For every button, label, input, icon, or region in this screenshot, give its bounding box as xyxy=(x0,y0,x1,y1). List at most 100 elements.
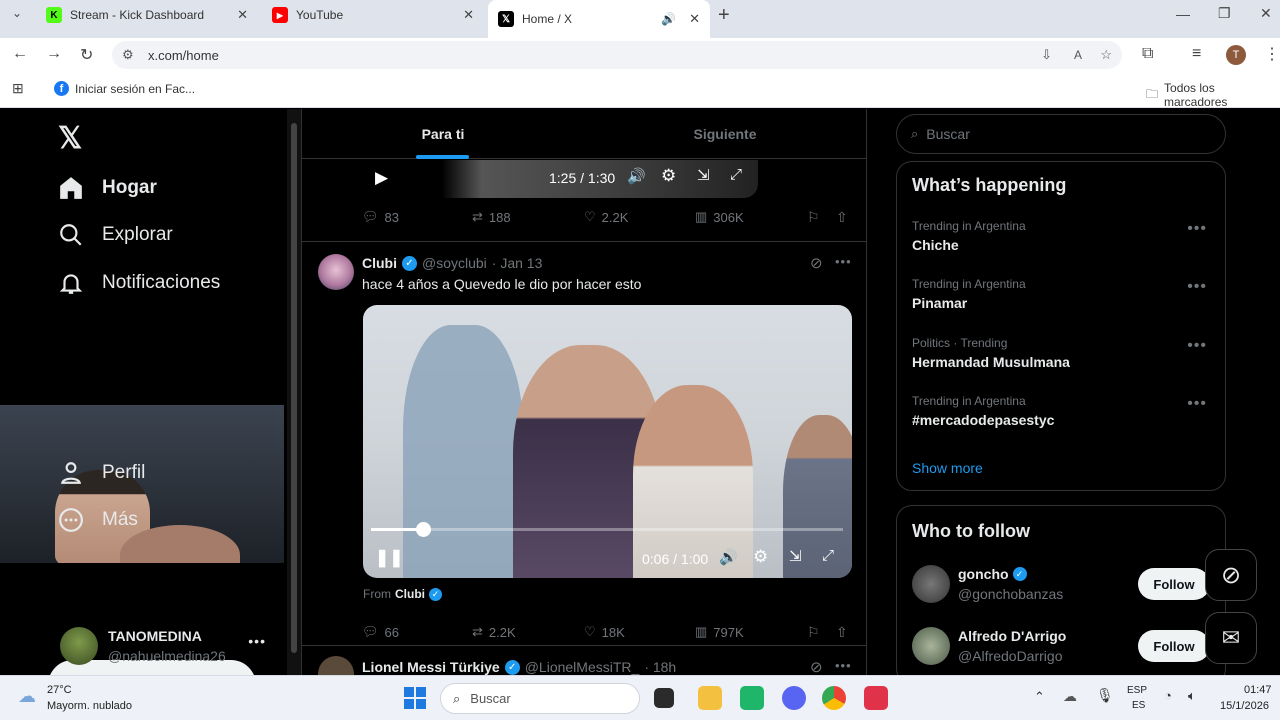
fullscreen-icon[interactable]: ⤢ xyxy=(730,166,742,183)
sidebar-item-home[interactable]: Hogar xyxy=(58,175,157,201)
all-bookmarks[interactable]: 🗀 Todos los marcadores xyxy=(1146,81,1280,109)
close-window-icon[interactable]: ✕ xyxy=(1260,5,1272,22)
forward-icon[interactable]: → xyxy=(46,45,62,63)
site-info-icon[interactable]: ⚙ xyxy=(122,47,134,63)
volume-icon[interactable]: 🔈︎ xyxy=(1188,688,1196,704)
app-green-icon[interactable] xyxy=(740,686,764,710)
repost-button[interactable]: ⇄ 188 xyxy=(472,209,511,225)
sidebar-scrollbar[interactable] xyxy=(287,109,301,675)
like-button[interactable]: ♡ 18K xyxy=(584,624,625,640)
settings-icon[interactable]: ⚙ xyxy=(661,166,676,186)
video-progress-track[interactable] xyxy=(371,522,843,537)
more-icon[interactable]: ••• xyxy=(835,254,852,269)
volume-icon[interactable]: 🔊 xyxy=(627,167,646,185)
discord-icon[interactable] xyxy=(782,686,806,710)
from-name[interactable]: Clubi xyxy=(395,587,425,601)
app-red-icon[interactable] xyxy=(864,686,888,710)
video-scrubber[interactable] xyxy=(415,522,431,537)
sidebar-item-profile[interactable]: Perfil xyxy=(58,460,145,486)
chevron-up-icon[interactable]: ⌃ xyxy=(1034,689,1045,705)
file-explorer-icon[interactable] xyxy=(698,686,722,710)
search-input[interactable]: ⌕ Buscar xyxy=(896,114,1226,154)
more-icon[interactable]: ••• xyxy=(1187,337,1207,355)
grok-fab[interactable]: ⊘ xyxy=(1205,549,1257,601)
reload-icon[interactable]: ↻ xyxy=(80,45,93,65)
star-icon[interactable]: ☆ xyxy=(1100,47,1112,63)
language-indicator[interactable]: ESP xyxy=(1127,685,1147,696)
settings-icon[interactable]: ⚙ xyxy=(753,547,768,567)
tab-kick[interactable]: K Stream - Kick Dashboard ✕ xyxy=(36,0,258,30)
task-view-icon[interactable] xyxy=(654,688,674,708)
follow-button[interactable]: Follow xyxy=(1138,568,1210,600)
play-icon[interactable]: ▶ xyxy=(375,168,388,188)
tweet-date[interactable]: · 18h xyxy=(644,659,676,675)
mic-icon[interactable]: 🎙︎ xyxy=(1096,687,1114,704)
chrome-icon[interactable] xyxy=(822,686,846,710)
avatar[interactable] xyxy=(318,254,354,290)
sidebar-item-more[interactable]: Más xyxy=(58,507,138,533)
minimize-icon[interactable]: — xyxy=(1176,6,1190,22)
start-button[interactable] xyxy=(404,687,426,709)
views-button[interactable]: ▥ 306K xyxy=(695,209,744,225)
account-switcher[interactable]: TANOMEDINA @nahuelmedina26 ••• xyxy=(60,627,272,667)
dock-icon[interactable]: ⇲ xyxy=(789,547,802,565)
bookmark-facebook[interactable]: f Iniciar sesión en Fac... xyxy=(54,81,195,96)
tab-youtube[interactable]: ▶ YouTube ✕ xyxy=(262,0,484,30)
author-handle[interactable]: @LionelMessiTR_ xyxy=(525,659,640,675)
views-button[interactable]: ▥ 797K xyxy=(695,624,744,640)
author-name[interactable]: Clubi xyxy=(362,255,397,271)
tab-x-home[interactable]: 𝕏 Home / X 🔊 ✕ xyxy=(488,0,710,38)
sidebar-item-explore[interactable]: Explorar xyxy=(58,222,173,248)
author-name[interactable]: Lionel Messi Türkiye xyxy=(362,659,500,675)
translate-icon[interactable]: A xyxy=(1074,48,1082,62)
scrollbar-thumb[interactable] xyxy=(291,123,297,653)
like-button[interactable]: ♡ 2.2K xyxy=(584,209,628,225)
address-bar[interactable]: ⚙ x.com/home ⇩ A ☆ xyxy=(112,41,1122,69)
clock-date[interactable]: 15/1/2026 xyxy=(1220,700,1269,712)
keyboard-layout[interactable]: ES xyxy=(1132,700,1145,711)
more-icon[interactable]: ••• xyxy=(835,658,852,673)
sidebar-item-notifications[interactable]: Notificaciones xyxy=(58,270,220,296)
follow-suggestion[interactable]: Alfredo D'Arrigo @AlfredoDarrigo Follow xyxy=(912,626,1212,666)
share-icon[interactable]: ⇧ xyxy=(836,209,848,226)
more-icon[interactable]: ••• xyxy=(248,633,266,649)
trend-item[interactable]: Trending in Argentina Pinamar xyxy=(912,277,1212,311)
reply-button[interactable]: 💬︎ 66 xyxy=(362,624,399,640)
tab-search-icon[interactable]: ⌄ xyxy=(12,6,22,20)
tweet-date[interactable]: · Jan 13 xyxy=(492,255,543,271)
extensions-icon[interactable]: ⧉ xyxy=(1142,45,1153,63)
tweet-video[interactable]: ❚❚ 0:06 / 1:00 🔊 ⚙ ⇲ ⤢ xyxy=(363,305,852,578)
trend-item[interactable]: Trending in Argentina Chiche xyxy=(912,219,1212,253)
pause-icon[interactable]: ❚❚ xyxy=(375,548,404,568)
share-icon[interactable]: ⇧ xyxy=(836,624,848,641)
trend-item[interactable]: Trending in Argentina #mercadodepasestyc xyxy=(912,394,1212,428)
wifi-icon[interactable]: ◔ xyxy=(1164,688,1172,703)
tab-following[interactable]: Siguiente xyxy=(584,109,866,159)
show-more-link[interactable]: Show more xyxy=(912,460,983,476)
apps-icon[interactable]: ⊞ xyxy=(12,80,24,97)
bookmark-icon[interactable]: ⚐ xyxy=(807,209,820,226)
restore-icon[interactable]: ❐ xyxy=(1218,5,1231,22)
follow-suggestion[interactable]: goncho ✓ @gonchobanzas Follow xyxy=(912,564,1212,604)
more-icon[interactable]: ••• xyxy=(1187,220,1207,238)
avatar[interactable] xyxy=(318,656,354,675)
close-icon[interactable]: ✕ xyxy=(689,11,700,27)
tweet[interactable]: Lionel Messi Türkiye ✓ @LionelMessiTR_ ·… xyxy=(302,646,866,675)
weather-widget[interactable]: ☁ 27°C Mayorm. nublado xyxy=(18,682,148,716)
avatar[interactable]: T xyxy=(1226,45,1246,65)
back-icon[interactable]: ← xyxy=(12,45,28,63)
bookmark-icon[interactable]: ⚐ xyxy=(807,624,820,641)
speaker-icon[interactable]: 🔊 xyxy=(661,12,676,26)
messages-fab[interactable]: ✉ xyxy=(1205,612,1257,664)
install-icon[interactable]: ⇩ xyxy=(1041,47,1052,63)
volume-icon[interactable]: 🔊 xyxy=(719,548,738,566)
cloud-icon[interactable]: ☁ xyxy=(1063,688,1077,705)
close-icon[interactable]: ✕ xyxy=(463,7,474,23)
new-tab-icon[interactable]: + xyxy=(718,4,730,27)
follow-button[interactable]: Follow xyxy=(1138,630,1210,662)
dock-icon[interactable]: ⇲ xyxy=(697,166,710,184)
close-icon[interactable]: ✕ xyxy=(237,7,248,23)
more-icon[interactable]: ••• xyxy=(1187,278,1207,296)
tweet[interactable]: Clubi ✓ @soyclubi · Jan 13 ⊘ ••• hace 4 … xyxy=(302,242,866,642)
reply-button[interactable]: 💬︎ 83 xyxy=(362,209,399,225)
